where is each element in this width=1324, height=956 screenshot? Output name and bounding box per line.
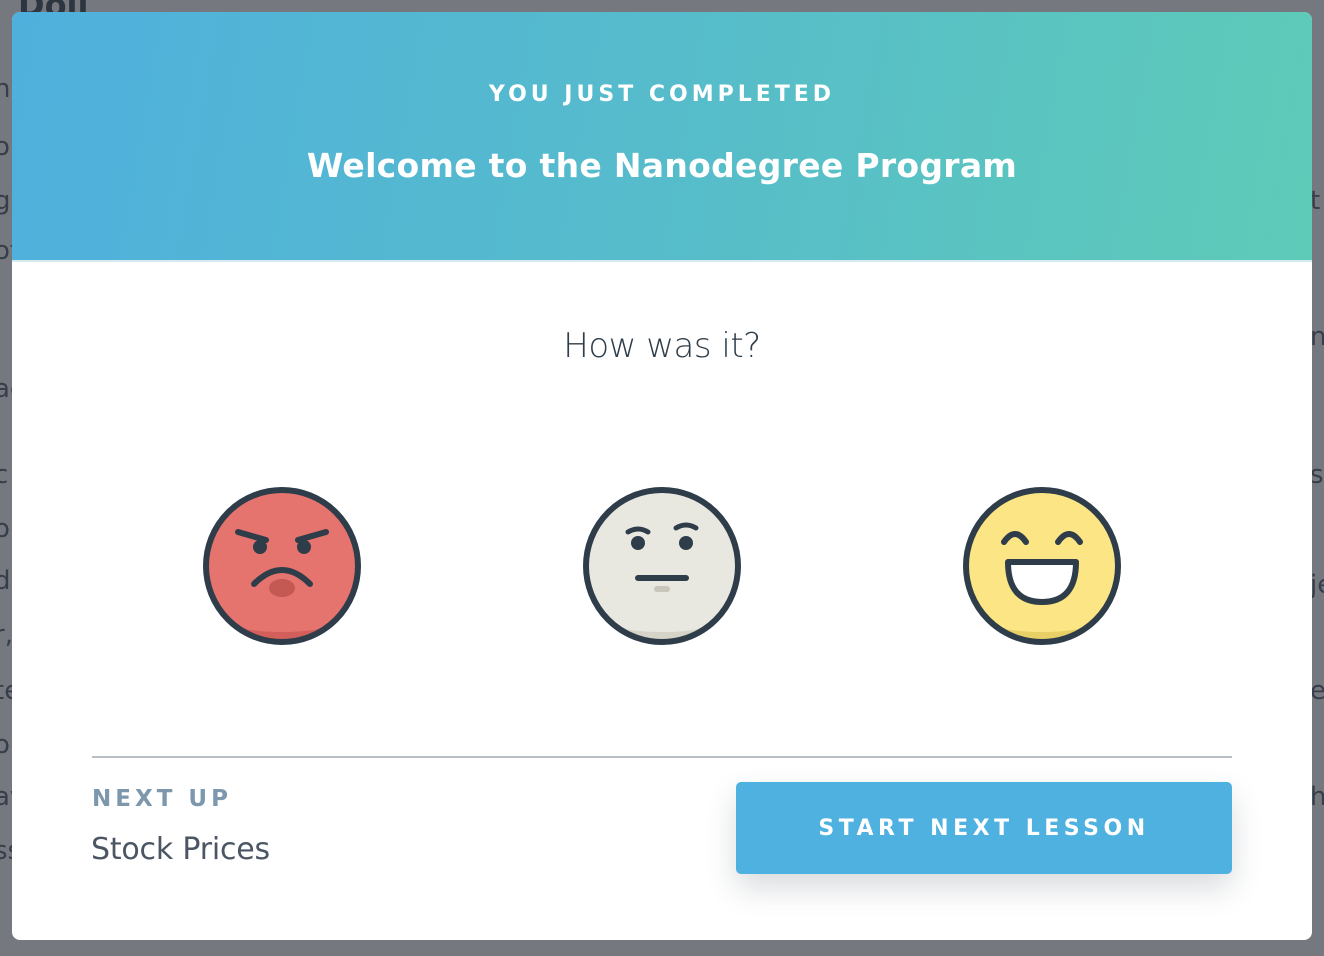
angry-face-icon: [203, 487, 361, 645]
completed-lesson-title: Welcome to the Nanodegree Program: [306, 146, 1018, 185]
section-divider: [92, 756, 1232, 758]
rating-option-great[interactable]: [962, 486, 1122, 646]
rating-option-bad[interactable]: [202, 486, 362, 646]
rating-option-okay[interactable]: [582, 486, 742, 646]
next-lesson-title: Stock Prices: [91, 832, 270, 867]
next-up-label: NEXT UP: [92, 786, 232, 812]
rating-question: How was it?: [563, 326, 761, 366]
completed-eyebrow: YOU JUST COMPLETED: [488, 82, 836, 107]
neutral-face-icon: [583, 487, 741, 645]
start-next-lesson-button[interactable]: START NEXT LESSON: [736, 782, 1232, 874]
modal-header: YOU JUST COMPLETED Welcome to the Nanode…: [12, 12, 1312, 262]
happy-face-icon: [963, 487, 1121, 645]
lesson-complete-modal: YOU JUST COMPLETED Welcome to the Nanode…: [12, 12, 1312, 940]
